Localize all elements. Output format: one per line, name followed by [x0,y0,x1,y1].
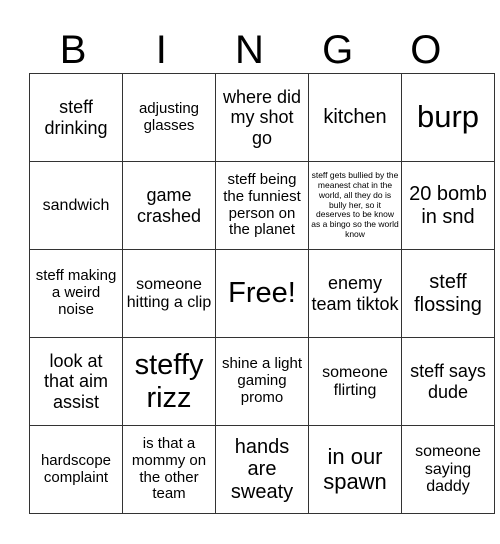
bingo-cell[interactable]: in our spawn [308,425,402,514]
grid-row: steff making a weird noise someone hitti… [29,249,495,338]
header-letter-g: G [322,28,354,72]
bingo-cell[interactable]: is that a mommy on the other team [122,425,216,514]
bingo-cell[interactable]: kitchen [308,73,402,162]
bingo-cell[interactable]: adjusting glasses [122,73,216,162]
grid-row: hardscope complaint is that a mommy on t… [29,425,495,514]
bingo-cell[interactable]: enemy team tiktok [308,249,402,338]
bingo-cell[interactable]: steff gets bullied by the meanest chat i… [308,161,402,250]
bingo-cell[interactable]: someone flirting [308,337,402,426]
bingo-cell[interactable]: hands are sweaty [215,425,309,514]
bingo-cell[interactable]: game crashed [122,161,216,250]
bingo-cell[interactable]: steff says dude [401,337,495,426]
grid-row: steff drinking adjusting glasses where d… [29,73,495,162]
bingo-cell[interactable]: steff drinking [29,73,123,162]
bingo-cell[interactable]: steff being the funniest person on the p… [215,161,309,250]
bingo-cell[interactable]: steffy rizz [122,337,216,426]
bingo-cell[interactable]: someone saying daddy [401,425,495,514]
bingo-grid: steff drinking adjusting glasses where d… [29,73,495,514]
bingo-cell[interactable]: burp [401,73,495,162]
grid-row: look at that aim assist steffy rizz shin… [29,337,495,426]
header-letter-i: I [155,28,167,72]
header-letter-o: O [410,28,442,72]
bingo-cell[interactable]: someone hitting a clip [122,249,216,338]
header-letter-b: B [59,28,87,72]
bingo-cell[interactable]: steff flossing [401,249,495,338]
bingo-cell[interactable]: 20 bomb in snd [401,161,495,250]
bingo-cell[interactable]: shine a light gaming promo [215,337,309,426]
header-letter-n: N [235,28,264,72]
bingo-cell[interactable]: hardscope complaint [29,425,123,514]
bingo-header: B I N G O [29,28,470,72]
bingo-cell[interactable]: where did my shot go [215,73,309,162]
free-space-cell[interactable]: Free! [215,249,309,338]
bingo-cell[interactable]: sandwich [29,161,123,250]
bingo-cell[interactable]: steff making a weird noise [29,249,123,338]
grid-row: sandwich game crashed steff being the fu… [29,161,495,250]
bingo-cell[interactable]: look at that aim assist [29,337,123,426]
